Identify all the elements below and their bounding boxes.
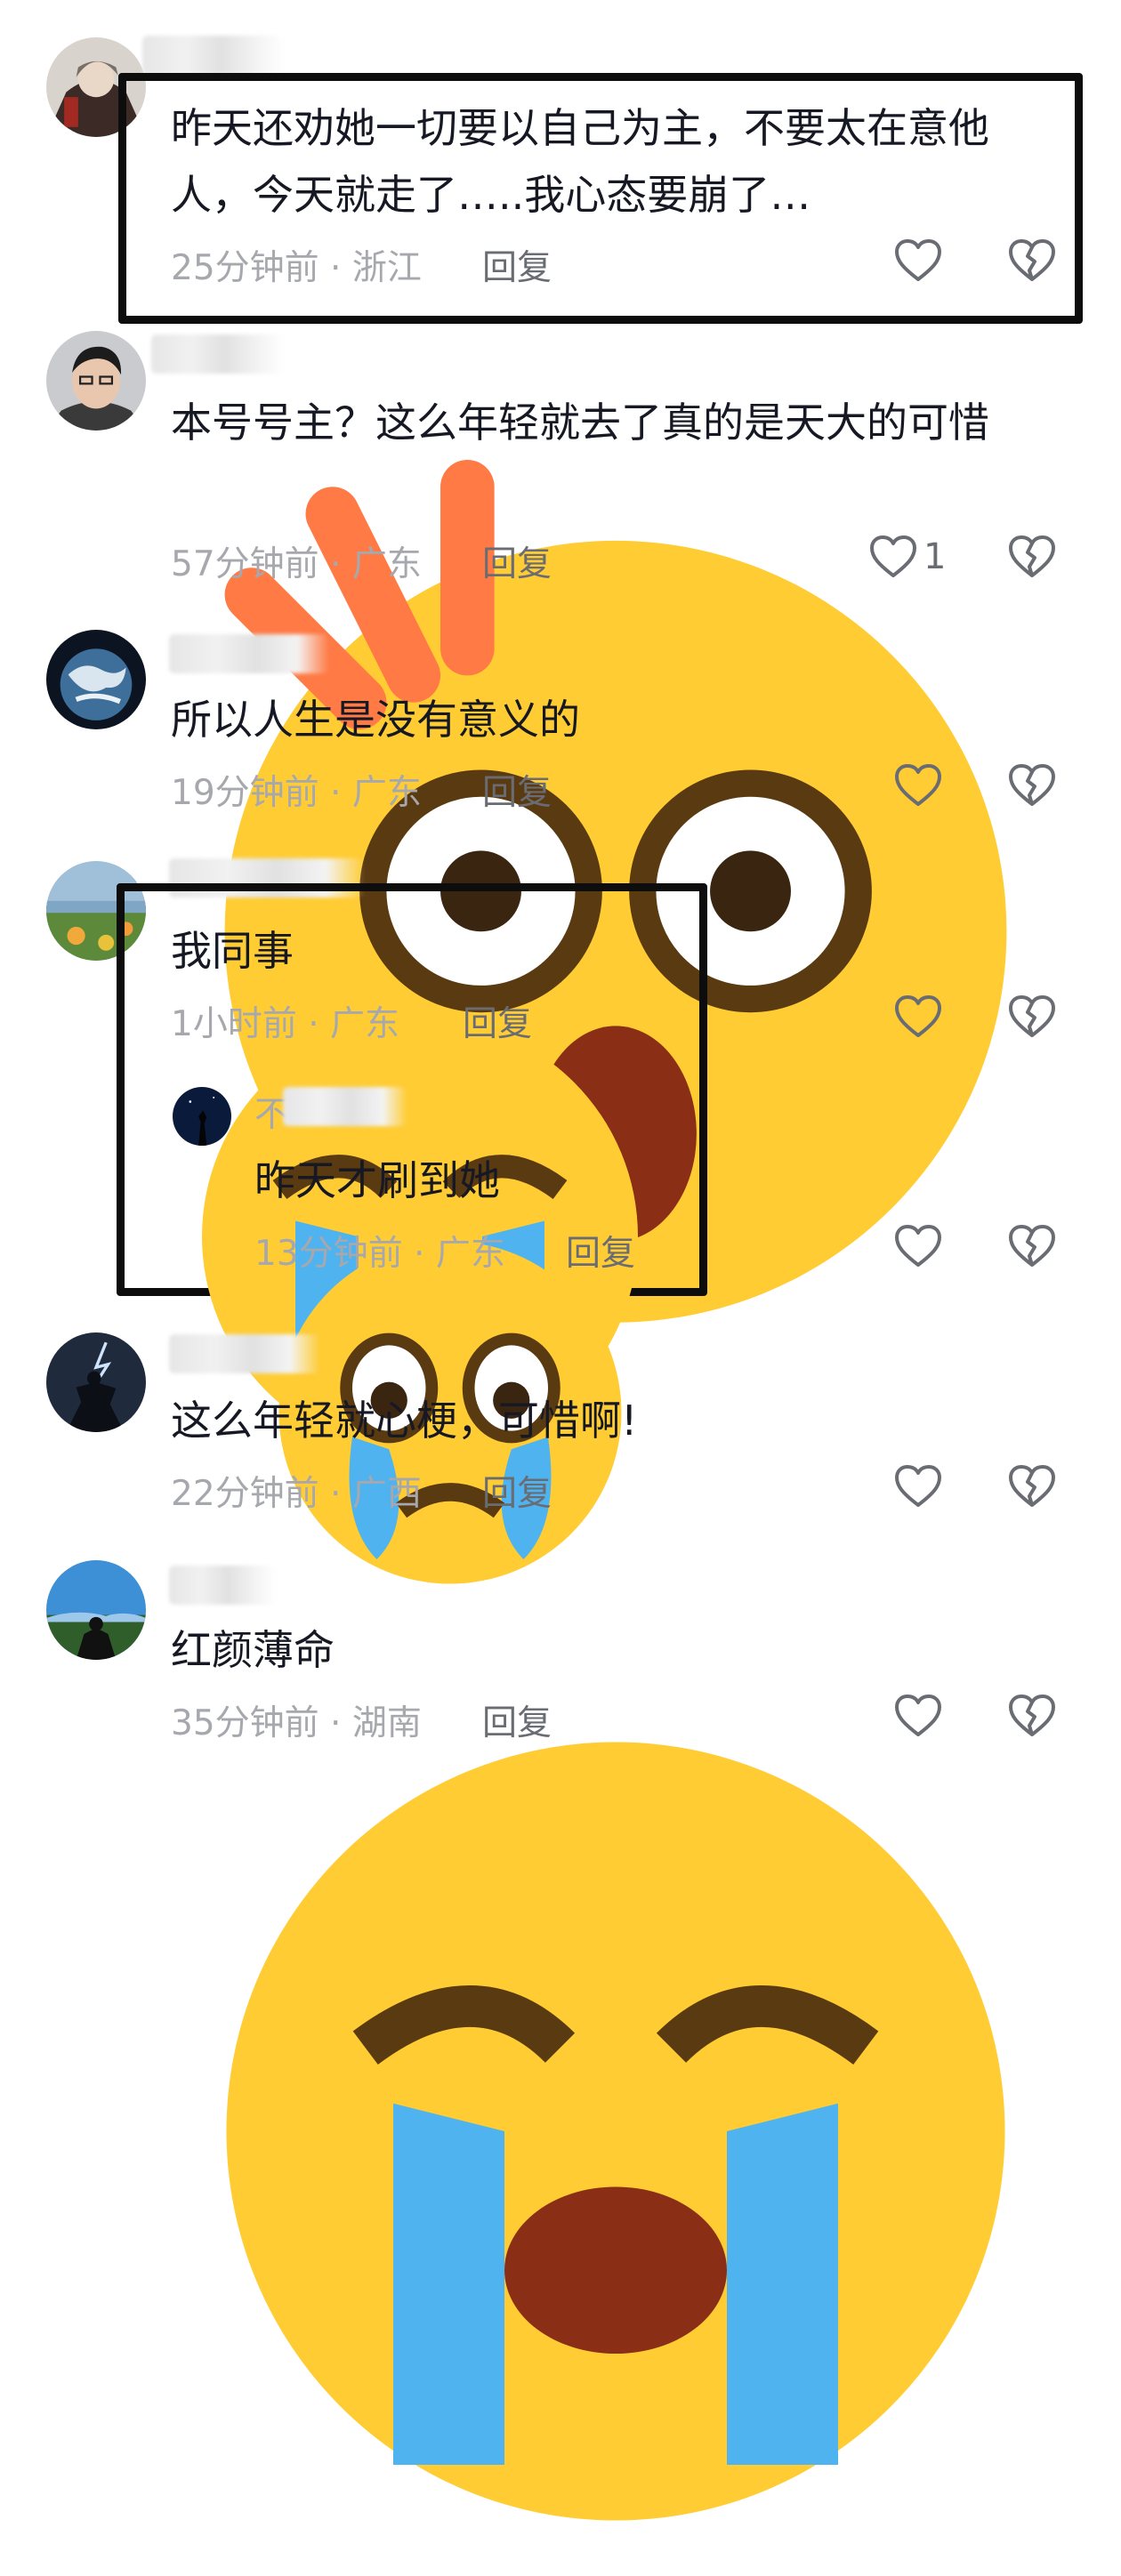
avatar[interactable]: [46, 1560, 146, 1660]
avatar[interactable]: [46, 1332, 146, 1432]
comment-text: 昨天还劝她一切要以自己为主，不要太在意他 人，今天就走了…..我心态要崩了…: [171, 104, 989, 219]
sub-reply-text: 昨天才刷到她: [254, 1147, 646, 1608]
heart-outline-icon[interactable]: [894, 1224, 942, 1268]
broken-heart-icon[interactable]: [1008, 1224, 1056, 1268]
comment-meta: 25分钟前 · 浙江: [171, 248, 422, 288]
broken-heart-icon[interactable]: [1008, 1464, 1056, 1509]
broken-heart-icon[interactable]: [1008, 1694, 1056, 1738]
heart-outline-icon[interactable]: [869, 535, 917, 579]
comment-meta: 22分钟前 · 广西: [171, 1474, 422, 1514]
reply-button[interactable]: 回复: [482, 1466, 552, 1516]
broken-heart-icon[interactable]: [1008, 763, 1056, 808]
username-blurred[interactable]: [142, 36, 285, 75]
reply-button[interactable]: 回复: [566, 1226, 635, 1276]
comment-meta: 57分钟前 · 广东: [171, 544, 422, 584]
avatar[interactable]: [173, 1087, 231, 1146]
comment-meta: 1小时前 · 广东: [171, 1004, 400, 1044]
username-blurred[interactable]: [169, 1334, 320, 1373]
reply-button[interactable]: 回复: [482, 536, 552, 586]
reply-button[interactable]: 回复: [482, 240, 552, 290]
sub-reply-meta: 13分钟前 · 广东: [254, 1234, 505, 1274]
comment-text: 红颜薄命: [171, 1617, 1061, 2576]
reply-button[interactable]: 回复: [482, 765, 552, 815]
username-blurred[interactable]: [283, 1087, 407, 1126]
heart-outline-icon[interactable]: [894, 763, 942, 808]
heart-outline-icon[interactable]: [894, 1464, 942, 1509]
heart-outline-icon[interactable]: [894, 1694, 942, 1738]
reply-button[interactable]: 回复: [463, 996, 532, 1046]
comment-meta: 19分钟前 · 广东: [171, 773, 422, 813]
username-blurred[interactable]: [169, 634, 329, 673]
username-blurred[interactable]: [169, 1566, 276, 1605]
comment-meta: 35分钟前 · 湖南: [171, 1703, 422, 1743]
comment-text: 这么年轻就心梗，可惜啊!: [171, 1397, 638, 1445]
like-count: 1: [923, 536, 947, 577]
heart-outline-icon[interactable]: [894, 238, 942, 283]
heart-outline-icon[interactable]: [894, 994, 942, 1039]
comment-text: 所以人生是没有意义的: [171, 696, 580, 744]
username-blurred[interactable]: [151, 334, 285, 374]
broken-heart-icon[interactable]: [1008, 535, 1056, 579]
crying-emoji: [171, 1686, 1061, 2576]
broken-heart-icon[interactable]: [1008, 994, 1056, 1039]
broken-heart-icon[interactable]: [1008, 238, 1056, 283]
avatar[interactable]: [46, 331, 146, 431]
reply-button[interactable]: 回复: [482, 1695, 552, 1745]
avatar[interactable]: [46, 630, 146, 729]
